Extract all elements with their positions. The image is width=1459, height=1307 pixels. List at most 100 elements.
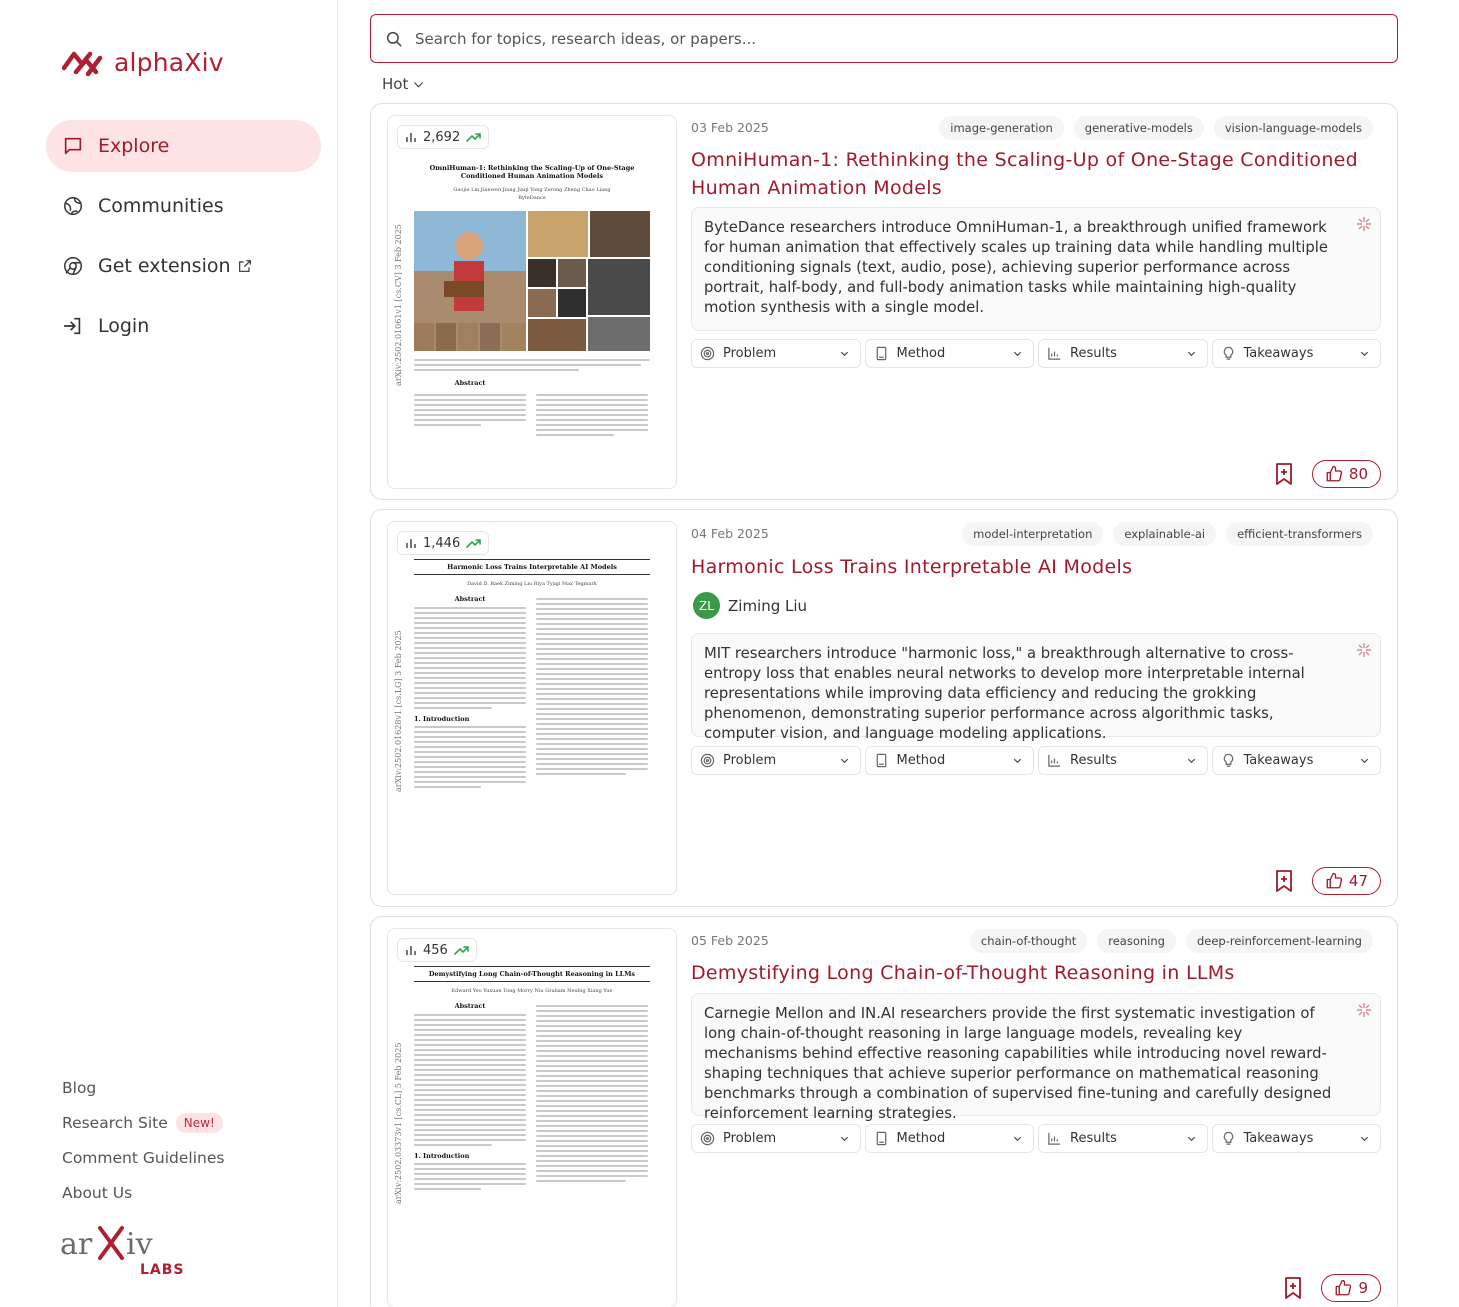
nav-item-login[interactable]: Login <box>46 300 321 352</box>
tag[interactable]: vision-language-models <box>1213 116 1373 140</box>
search-bar[interactable] <box>370 14 1398 63</box>
section-dropdowns: Problem Method Results Takeaways <box>691 746 1381 775</box>
card-actions: 47 <box>1272 867 1381 895</box>
method-dropdown[interactable]: Method <box>864 746 1034 775</box>
results-label: Results <box>1070 753 1117 768</box>
results-dropdown[interactable]: Results <box>1038 746 1208 775</box>
view-count-value: 2,692 <box>423 129 461 145</box>
paper-card[interactable]: 456 arXiv:2502.03373v1 [cs.CL] 5 Feb 202… <box>370 916 1398 1307</box>
problem-label: Problem <box>723 346 777 361</box>
thumbs-up-icon <box>1326 872 1343 889</box>
bar-chart-icon <box>406 133 416 142</box>
chart-icon <box>1048 1132 1061 1145</box>
chevron-down-icon <box>1187 758 1195 764</box>
tag[interactable]: explainable-ai <box>1113 522 1217 546</box>
avatar: ZL <box>693 592 720 619</box>
chevron-down-icon <box>840 351 848 357</box>
method-dropdown[interactable]: Method <box>864 339 1034 368</box>
sort-dropdown[interactable]: Hot <box>382 75 425 93</box>
paper-preview-authors: David D. Baek Ziming Liu Riya Tyagi Max … <box>467 581 597 588</box>
like-count: 47 <box>1348 872 1368 890</box>
paper-summary: Carnegie Mellon and IN.AI researchers pr… <box>691 993 1381 1122</box>
like-button[interactable]: 9 <box>1321 1274 1381 1302</box>
paper-thumbnail[interactable]: 2,692 arXiv:2502.01061v1 [cs.CV] 3 Feb 2… <box>387 115 677 489</box>
takeaways-dropdown[interactable]: Takeaways <box>1211 1124 1381 1153</box>
nav-label: Communities <box>98 195 224 217</box>
paper-title[interactable]: Harmonic Loss Trains Interpretable AI Mo… <box>691 553 1381 581</box>
problem-dropdown[interactable]: Problem <box>691 1124 861 1153</box>
nav-item-explore[interactable]: Explore <box>46 120 321 172</box>
author[interactable]: ZL Ziming Liu <box>693 592 807 619</box>
takeaways-label: Takeaways <box>1243 1131 1314 1146</box>
paper-thumbnail[interactable]: 456 arXiv:2502.03373v1 [cs.CL] 5 Feb 202… <box>387 928 677 1307</box>
paper-figure <box>414 210 650 351</box>
view-count: 456 <box>397 938 477 962</box>
thumbs-up-icon <box>1326 465 1343 482</box>
view-count-value: 1,446 <box>423 535 461 551</box>
like-count: 9 <box>1358 1279 1368 1297</box>
paper-preview-title: Demystifying Long Chain-of-Thought Reaso… <box>428 970 636 978</box>
blog-link[interactable]: Blog <box>62 1070 224 1105</box>
chevron-down-icon <box>1013 1136 1022 1142</box>
tag[interactable]: model-interpretation <box>962 522 1104 546</box>
book-icon <box>876 753 886 768</box>
paper-preview-section: Abstract <box>454 1002 486 1011</box>
chevron-down-icon <box>1187 351 1195 357</box>
logo[interactable]: alphaXiv <box>62 46 224 78</box>
author-name: Ziming Liu <box>728 596 808 615</box>
chevron-down-icon <box>840 1136 848 1142</box>
takeaways-dropdown[interactable]: Takeaways <box>1211 339 1381 368</box>
summary-text: Carnegie Mellon and IN.AI researchers pr… <box>704 1005 1332 1122</box>
footer-links: Blog Research Site New! Comment Guidelin… <box>62 1070 224 1210</box>
results-dropdown[interactable]: Results <box>1038 1124 1208 1153</box>
tag[interactable]: image-generation <box>939 116 1064 140</box>
research-site-link[interactable]: Research Site New! <box>62 1105 224 1140</box>
problem-dropdown[interactable]: Problem <box>691 339 861 368</box>
bookmark-add-icon[interactable] <box>1272 869 1296 893</box>
like-button[interactable]: 80 <box>1311 460 1381 488</box>
takeaways-dropdown[interactable]: Takeaways <box>1211 746 1381 775</box>
card-actions: 80 <box>1272 460 1381 488</box>
takeaways-label: Takeaways <box>1243 753 1314 768</box>
problem-dropdown[interactable]: Problem <box>691 746 861 775</box>
bookmark-add-icon[interactable] <box>1281 1276 1305 1300</box>
chart-icon <box>1048 754 1061 767</box>
sort-label: Hot <box>382 75 409 93</box>
tag[interactable]: deep-reinforcement-learning <box>1185 929 1373 953</box>
thumbs-up-icon <box>1336 1279 1352 1296</box>
book-icon <box>876 1131 886 1146</box>
about-link[interactable]: About Us <box>62 1175 224 1210</box>
arxiv-labs-logo[interactable]: ar iv LABS <box>60 1222 190 1280</box>
paper-title[interactable]: OmniHuman-1: Rethinking the Scaling-Up o… <box>691 146 1381 202</box>
search-input[interactable] <box>415 29 1315 48</box>
tag[interactable]: chain-of-thought <box>969 929 1088 953</box>
results-label: Results <box>1070 346 1117 361</box>
like-button[interactable]: 47 <box>1311 867 1381 895</box>
nav-item-communities[interactable]: Communities <box>46 180 321 232</box>
tag[interactable]: generative-models <box>1073 116 1204 140</box>
paper-title[interactable]: Demystifying Long Chain-of-Thought Reaso… <box>691 959 1381 987</box>
results-dropdown[interactable]: Results <box>1038 339 1208 368</box>
paper-card[interactable]: 2,692 arXiv:2502.01061v1 [cs.CV] 3 Feb 2… <box>370 103 1398 500</box>
problem-label: Problem <box>723 1131 777 1146</box>
nav-item-get-extension[interactable]: Get extension <box>46 240 321 292</box>
chevron-down-icon <box>1360 1136 1369 1142</box>
paper-card[interactable]: 1,446 arXiv:2502.01628v1 [cs.LG] 3 Feb 2… <box>370 509 1398 907</box>
main-nav: Explore Communities Get extension Login <box>46 120 321 360</box>
method-dropdown[interactable]: Method <box>864 1124 1034 1153</box>
tag[interactable]: efficient-transformers <box>1226 522 1373 546</box>
paper-preview-authors: Gaojie Lin Jianwen Jiang Jiaqi Yang Zero… <box>453 186 611 193</box>
arxiv-id: arXiv:2502.03373v1 [cs.CL] 5 Feb 2025 <box>394 1042 403 1204</box>
tag[interactable]: reasoning <box>1097 929 1176 953</box>
view-count: 1,446 <box>397 531 490 555</box>
bar-chart-icon <box>406 946 416 955</box>
results-label: Results <box>1070 1131 1117 1146</box>
bookmark-add-icon[interactable] <box>1272 462 1296 486</box>
trending-up-icon <box>466 133 482 142</box>
view-count-value: 456 <box>423 942 448 958</box>
paper-preview-title: Harmonic Loss Trains Interpretable AI Mo… <box>447 563 617 571</box>
comment-guidelines-link[interactable]: Comment Guidelines <box>62 1140 224 1175</box>
paper-thumbnail[interactable]: 1,446 arXiv:2502.01628v1 [cs.LG] 3 Feb 2… <box>387 521 677 895</box>
publish-date: 05 Feb 2025 <box>691 933 769 948</box>
globe-icon <box>64 197 82 215</box>
